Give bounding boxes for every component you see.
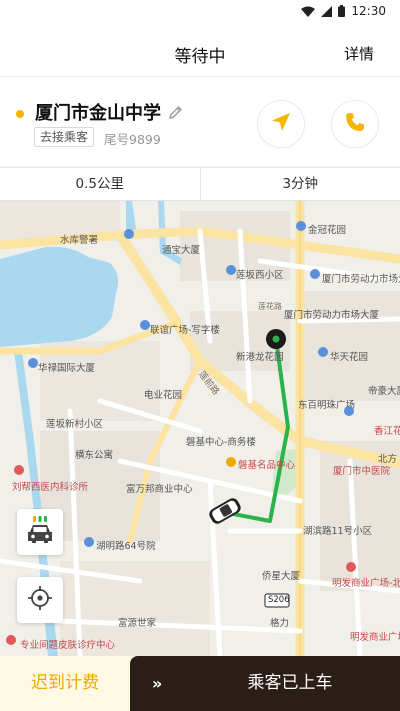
map-label: 富源世家 <box>118 618 157 629</box>
cellular-signal-icon <box>321 5 333 17</box>
trip-stats: 0.5公里 3分钟 <box>0 167 400 201</box>
map-label: 新港龙花园 <box>236 352 284 363</box>
poi-icon <box>346 562 356 572</box>
late-fee-button[interactable]: 迟到计费 <box>0 656 130 711</box>
map-label: 厦门市劳动力市场大厦 <box>322 274 400 285</box>
map-label: 湖明路64号院 <box>96 541 156 552</box>
map-label: 莲坂西小区 <box>236 270 284 281</box>
map-label: 联谊广场-写字楼 <box>150 325 220 336</box>
map-label: 刘帮西医内科诊所 <box>12 482 89 493</box>
poi-icon <box>296 221 306 231</box>
map-label: 华天花园 <box>330 352 369 363</box>
map-label: 帝豪大厦 <box>368 386 400 397</box>
edit-icon[interactable] <box>168 105 183 124</box>
call-passenger-button[interactable] <box>331 100 379 148</box>
map-label: 侨星大厦 <box>262 571 301 582</box>
poi-icon <box>226 265 236 275</box>
map-label: 莲花路 <box>258 302 282 311</box>
phone-icon <box>344 111 366 137</box>
crosshair-icon <box>27 585 53 615</box>
map-label: 湖滨路11号小区 <box>303 526 373 537</box>
nav-bar: 等待中 详情 <box>0 24 400 76</box>
pickup-eta: 3分钟 <box>199 168 400 200</box>
poi-icon <box>226 457 236 467</box>
double-chevron-right-icon: » <box>152 674 162 693</box>
map-label: 明发商业广场-北 <box>332 578 400 589</box>
traffic-car-icon <box>24 514 56 550</box>
map-label: 专业间题皮肤诊疗中心 <box>20 640 116 651</box>
status-time: 12:30 <box>351 4 386 18</box>
map-label: 华禄国际大厦 <box>38 363 96 374</box>
passenger-boarded-label: 乘客已上车 <box>247 673 333 693</box>
poi-icon <box>84 537 94 547</box>
map-label: 莲坂新村小区 <box>46 419 104 430</box>
map-view[interactable]: 水库警署 通宝大厦 金冠花园 莲坂西小区 厦门市劳动力市场大厦 厦门市劳动力市场… <box>0 201 400 656</box>
map-label: 格力 <box>270 618 290 629</box>
traffic-toggle-button[interactable] <box>17 509 63 555</box>
map-label: 金冠花园 <box>308 225 347 236</box>
map-label: 富万邦商业中心 <box>126 484 193 495</box>
pickup-marker-icon <box>266 329 286 349</box>
destination-name: 厦门市金山中学 <box>35 103 161 124</box>
map-label: 香江花 <box>374 426 400 437</box>
locate-me-button[interactable] <box>17 577 63 623</box>
map-label: 厦门市中医院 <box>333 466 391 477</box>
road-shield-label: S206 <box>268 595 290 605</box>
map-label: 磐基中心-商务楼 <box>186 437 256 448</box>
map-label: 横东公寓 <box>75 450 114 461</box>
poi-icon <box>124 229 134 239</box>
trip-status-tag: 去接乘客 <box>34 127 95 147</box>
map-label: 明发商业广场 <box>350 632 400 643</box>
navigate-icon <box>270 111 292 137</box>
map-label: 电业花园 <box>144 390 183 401</box>
wifi-icon <box>301 6 316 17</box>
poi-icon <box>140 320 150 330</box>
poi-icon <box>6 635 16 645</box>
bottom-actions: 迟到计费 » 乘客已上车 <box>0 656 400 711</box>
map-label: 厦门市劳动力市场大厦 <box>284 310 380 321</box>
battery-icon <box>338 5 346 17</box>
order-info-panel: 厦门市金山中学 去接乘客 尾号9899 <box>0 76 400 166</box>
map-label: 水库警署 <box>60 235 99 246</box>
poi-icon <box>28 358 38 368</box>
passenger-boarded-slider[interactable]: » 乘客已上车 <box>130 656 400 711</box>
poi-icon <box>318 347 328 357</box>
map-label: 磐基名品中心 <box>238 460 296 471</box>
phone-tail-number: 尾号9899 <box>104 132 161 147</box>
page-title: 等待中 <box>174 47 226 67</box>
poi-icon <box>310 269 320 279</box>
poi-icon <box>344 406 354 416</box>
map-label: 通宝大厦 <box>162 245 201 256</box>
detail-button[interactable]: 详情 <box>344 43 374 64</box>
status-bar: 12:30 <box>0 0 400 24</box>
pickup-distance: 0.5公里 <box>75 176 124 192</box>
destination-dot-icon <box>16 110 24 118</box>
poi-icon <box>14 465 24 475</box>
navigate-button[interactable] <box>257 100 305 148</box>
